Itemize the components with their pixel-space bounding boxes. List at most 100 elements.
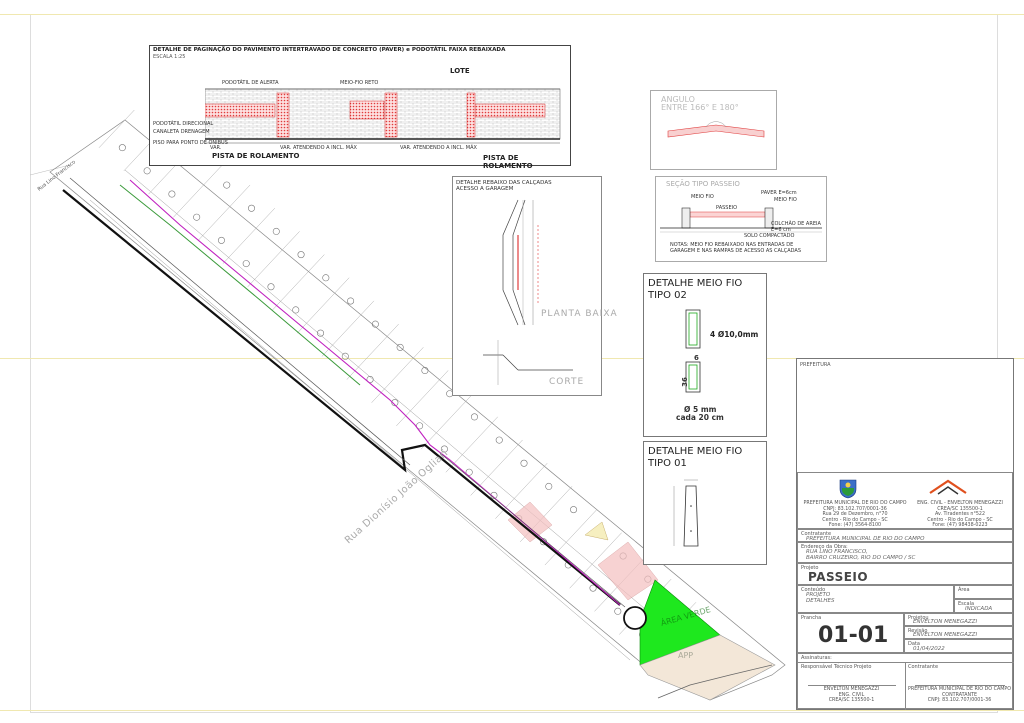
paver-dim-1: VAR. ATENDENDO A INCL. MÁX [280, 145, 357, 151]
lot-divider [420, 393, 474, 450]
tree-circle [143, 167, 151, 175]
tree-circle [223, 181, 231, 189]
mf02-dim-top: 6 [694, 354, 699, 362]
section-label-meiofio-1: MEIO FIO [691, 194, 714, 200]
paver-pattern [205, 88, 561, 144]
tb-projetou: Projetou ENVELTON MENEGAZZI [904, 613, 1013, 626]
resp-block: ENVELTON MENEGAZZI ENG. CIVIL CREA/SC 13… [798, 687, 905, 704]
contr-line: CNPJ: 83.102.707/0001-36 [927, 698, 992, 703]
tb-escala: Escala INDICADA [954, 599, 1013, 613]
tree-circle [217, 236, 225, 244]
tree-circle [470, 413, 478, 421]
lot-divider [173, 161, 226, 218]
corte-label: CORTE [549, 377, 585, 387]
tb-logos-row: PREFEITURA MUNICIPAL DE RIO DO CAMPO CNP… [797, 472, 1013, 529]
paver-detail-scale: ESCALA 1:25 [153, 54, 186, 60]
mf02-dim-side: 36 [680, 377, 689, 387]
lot-divider [222, 207, 276, 264]
title-block: PREFEITURA PREFEITURA MUNICIPAL DE RIO D… [796, 358, 1014, 710]
sheet-guide-bottom [0, 710, 1024, 711]
area-label: Área [958, 587, 970, 593]
tree-circle [193, 213, 201, 221]
contr-label: Contratante [908, 664, 939, 670]
tb-left-org: PREFEITURA MUNICIPAL DE RIO DO CAMPO CNP… [801, 501, 909, 529]
planta-baixa-label: PLANTA BAIXA [541, 309, 618, 319]
tb-revisao: Revisão ENVELTON MENEGAZZI [904, 626, 1013, 639]
tb-right-org: ENG. CIVIL - ENVELTON MENEGAZZI CREA/SC … [908, 501, 1012, 529]
assinaturas-label: Assinaturas: [801, 655, 832, 661]
prancha-value: 01-01 [818, 623, 889, 648]
app-label: APP [678, 651, 694, 660]
lote-label: LOTE [450, 67, 470, 75]
mf02-title-2: TIPO 02 [648, 290, 687, 301]
lot-divider [396, 370, 449, 427]
right-org-line: Fone: (47) 98438-0223 [932, 523, 988, 528]
tree-circle [242, 260, 250, 268]
tree-circle [341, 352, 349, 360]
mf02-title-1: DETALHE MEIO FIO [648, 278, 743, 289]
engineer-logo-icon [928, 477, 968, 499]
paver-detail-panel: DETALHE DE PAGINAÇÃO DO PAVIMENTO INTERT… [149, 45, 571, 170]
lot-divider [371, 347, 424, 403]
tb-assinaturas: Assinaturas: Responsável Técnico Projeto… [797, 653, 1014, 710]
endereco-line2: BAIRRO CRUZEIRO, RIO DO CAMPO / SC [806, 555, 916, 561]
prancha-label: Prancha [801, 615, 822, 621]
left-org-line: PREFEITURA MUNICIPAL DE RIO DO CAMPO [803, 501, 907, 506]
section-note: NOTAS: MEIO FIO REBAIXADO NAS ENTRADAS D… [670, 242, 801, 254]
lot-divider [544, 509, 598, 566]
angle-detail-panel: ANGULO ENTRE 166° E 180° [650, 90, 777, 170]
lot-divider [247, 231, 300, 288]
tree-circle [118, 144, 126, 152]
tree-circle [545, 482, 553, 490]
paver-annotation-5: MEIO-FIO RETO [340, 80, 379, 86]
escala-value: INDICADA [965, 606, 993, 612]
lot-divider [321, 300, 375, 357]
tree-circle [347, 297, 355, 305]
tb-conteudo: Conteúdo PROJETO DETALHES [797, 585, 954, 613]
mf01-title-1: DETALHE MEIO FIO [648, 446, 743, 457]
contr-line: PREFEITURA MUNICIPAL DE RIO DO CAMPO [907, 687, 1012, 692]
tb-endereco: Endereço da Obra: RUA LINO FRANCISCO, BA… [797, 542, 1013, 563]
tb-data: Data 01/04/2022 [904, 639, 1013, 653]
tree-circle [267, 283, 275, 291]
mf02-rebar: 4 Ø10,0mm [710, 330, 759, 339]
projetou-value: ENVELTON MENEGAZZI [913, 619, 978, 625]
paver-annotation-2: PODOTÁTIL DIRECIONAL [153, 121, 214, 127]
tree-circle [520, 459, 528, 467]
lot-divider [346, 323, 399, 380]
tb-area: Área [954, 585, 1013, 599]
lot-divider [297, 277, 350, 334]
tree-circle [248, 204, 256, 212]
tree-circle [322, 274, 330, 282]
projeto-value: PASSEIO [808, 570, 869, 584]
paver-annotation-1: PODOTÁTIL DE ALERTA [222, 80, 279, 86]
section-label-meiofio-2: MEIO FIO [774, 197, 797, 203]
pista-left-label: PISTA DE ROLAMENTO [212, 152, 300, 160]
resp-line: CREA/SC 135500-1 [828, 698, 875, 703]
pista-right-label: PISTA DE ROLAMENTO [483, 154, 533, 170]
section-label-areia: COLCHÃO DE AREIA E=6 cm [771, 221, 821, 233]
resp-label: Responsável Técnico Projeto [801, 664, 872, 670]
meio-fio-01-panel: DETALHE MEIO FIO TIPO 01 [643, 441, 767, 565]
lot-divider [470, 439, 523, 496]
rebaixo-detail-panel: DETALHE REBAIXO DAS CALÇADAS ACESSO A GA… [452, 176, 617, 396]
paver-annotation-4: PISO PARA PONTO DE ÔNIBUS [153, 140, 228, 146]
meio-fio-02-panel: DETALHE MEIO FIO TIPO 02 4 Ø10,0mm 6 36 … [643, 273, 767, 437]
tree-circle [495, 436, 503, 444]
tb-contratante: Contratante PREFEITURA MUNICIPAL DE RIO … [797, 529, 1013, 542]
right-org-line: ENG. CIVIL - ENVELTON MENEGAZZI [917, 501, 1003, 506]
tree-circle [168, 190, 176, 198]
section-label-paver: PAVER E=6cm [761, 190, 797, 196]
mf02-stirrup-2: cada 20 cm [676, 413, 724, 422]
section-label-passeio: PASSEIO [716, 205, 738, 211]
contr-block: PREFEITURA MUNICIPAL DE RIO DO CAMPO CON… [905, 687, 1014, 704]
paver-dim-2: VAR. ATENDENDO A INCL. MÁX [400, 145, 477, 151]
paver-annotation-3: CANALETA DRENAGEM [153, 129, 210, 135]
tb-contr-col: Contratante PREFEITURA MUNICIPAL DE RIO … [905, 662, 1014, 710]
conteudo-line2: DETALHES [806, 598, 835, 604]
left-org-line: Fone: (47) 3564-8100 [828, 523, 882, 528]
section-title: SEÇÃO TIPO PASSEIO [666, 180, 740, 188]
lot-divider [98, 110, 135, 148]
contr-signature-line [915, 685, 1005, 686]
tb-prefeitura-header: PREFEITURA [800, 362, 831, 368]
